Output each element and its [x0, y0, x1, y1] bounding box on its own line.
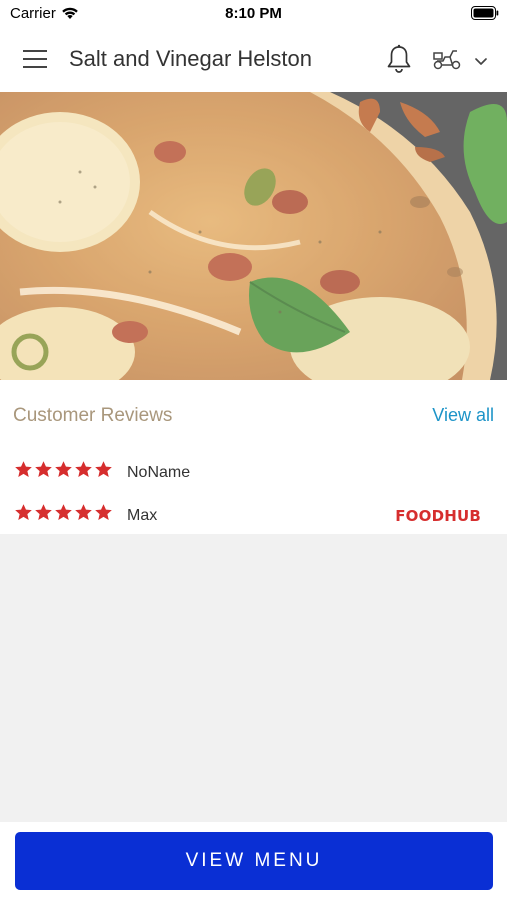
menu-icon[interactable] [23, 50, 47, 68]
app-header: Salt and Vinegar Helston [0, 28, 507, 92]
customer-reviews-section: Customer Reviews View all NoName Max FOO… [0, 380, 507, 534]
reviewer-name: NoName [127, 464, 191, 481]
foodhub-logo: FOODHUB [395, 507, 481, 525]
battery-icon [471, 6, 499, 25]
page-title: Salt and Vinegar Helston [69, 46, 312, 71]
bell-icon[interactable] [386, 44, 412, 79]
star-icon [55, 461, 72, 478]
reviewer-name: Max [127, 507, 158, 524]
star-icon [95, 461, 112, 478]
view-menu-label: VIEW MENU [185, 850, 323, 871]
view-menu-button[interactable]: VIEW MENU [15, 832, 493, 890]
bottom-bar: VIEW MENU [0, 822, 507, 900]
status-time: 8:10 PM [225, 5, 282, 22]
status-bar: Carrier 8:10 PM [0, 0, 507, 28]
star-rating [14, 460, 113, 479]
star-icon [35, 461, 52, 478]
star-icon [55, 504, 72, 521]
star-icon [75, 461, 92, 478]
star-icon [15, 504, 32, 521]
star-icon [15, 461, 32, 478]
review-item: NoName [14, 460, 494, 488]
star-icon [95, 504, 112, 521]
reviews-title: Customer Reviews [13, 405, 173, 426]
star-icon [35, 504, 52, 521]
review-item: Max FOODHUB [14, 503, 494, 531]
hero-food-image [0, 92, 507, 380]
star-rating [14, 503, 113, 522]
delivery-scooter-icon[interactable] [432, 47, 462, 76]
view-all-link[interactable]: View all [432, 405, 494, 426]
chevron-down-icon[interactable] [474, 54, 488, 72]
star-icon [75, 504, 92, 521]
